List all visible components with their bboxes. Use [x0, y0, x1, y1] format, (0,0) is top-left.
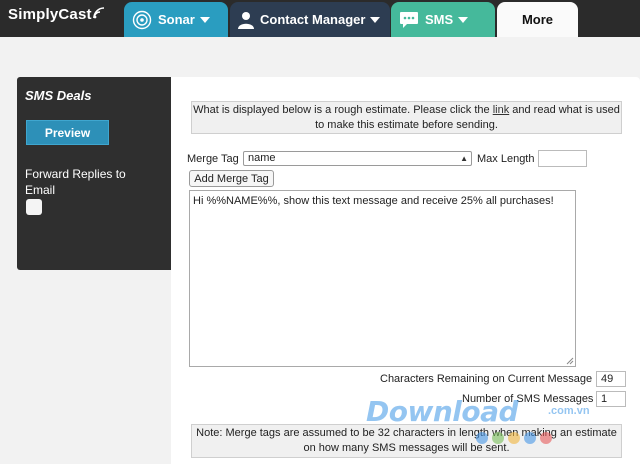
message-text: Hi %%NAME%%, show this text message and … [193, 195, 554, 207]
tab-more[interactable]: More [497, 2, 578, 37]
watermark-dot [540, 432, 552, 444]
add-merge-tag-button[interactable]: Add Merge Tag [189, 170, 274, 187]
estimate-info-box: What is displayed below is a rough estim… [191, 101, 622, 134]
download-watermark: Download [366, 395, 519, 428]
tab-sms[interactable]: SMS [391, 2, 495, 37]
forward-replies-checkbox[interactable] [26, 199, 42, 215]
logo-text: SimplyCast [8, 6, 92, 23]
chars-remaining-label: Characters Remaining on Current Message [380, 373, 593, 385]
signal-waves-icon [92, 6, 105, 23]
tab-contact-manager-label: Contact Manager [260, 12, 366, 27]
select-arrows-icon: ▲ [460, 154, 468, 163]
watermark-dot [476, 432, 488, 444]
message-textarea[interactable]: Hi %%NAME%%, show this text message and … [189, 190, 576, 367]
watermark-dot [492, 432, 504, 444]
merge-tag-note: Note: Merge tags are assumed to be 32 ch… [191, 424, 622, 458]
chevron-down-icon [199, 16, 210, 23]
estimate-info-link[interactable]: link [493, 104, 510, 116]
tab-contact-manager[interactable]: Contact Manager [230, 2, 390, 37]
max-length-label: Max Length [477, 153, 535, 165]
chevron-down-icon [370, 16, 381, 23]
tab-sonar-label: Sonar [158, 12, 195, 27]
campaign-sidebar: SMS Deals Preview Forward Replies to Ema… [17, 77, 171, 270]
tab-sms-label: SMS [425, 12, 454, 27]
download-watermark-suffix: .com.vn [548, 405, 590, 417]
simplycast-logo[interactable]: SimplyCast [8, 6, 105, 23]
chevron-down-icon [458, 16, 469, 23]
sms-count-field: 1 [596, 391, 626, 407]
info-text-start: What is displayed below is a rough estim… [193, 104, 493, 116]
max-length-input[interactable] [538, 150, 587, 167]
person-icon [238, 11, 254, 29]
sonar-icon [132, 10, 152, 30]
merge-tag-select[interactable]: name ▲ [243, 151, 472, 166]
watermark-dots [476, 432, 552, 444]
preview-button[interactable]: Preview [26, 120, 109, 145]
top-nav-bar: SimplyCast Sonar Contact Manager SMS Mor… [0, 0, 640, 37]
forward-replies-label: Forward Replies to Email [25, 167, 126, 197]
watermark-dot [524, 432, 536, 444]
merge-tag-label: Merge Tag [187, 153, 239, 165]
watermark-dot [508, 432, 520, 444]
merge-tag-selected-value: name [248, 152, 276, 164]
tab-sonar[interactable]: Sonar [124, 2, 228, 37]
resize-grip-icon[interactable] [566, 357, 574, 365]
chat-bubble-icon [399, 11, 419, 29]
tab-more-label: More [521, 12, 554, 27]
chars-remaining-field: 49 [596, 371, 626, 387]
campaign-title: SMS Deals [25, 88, 92, 103]
